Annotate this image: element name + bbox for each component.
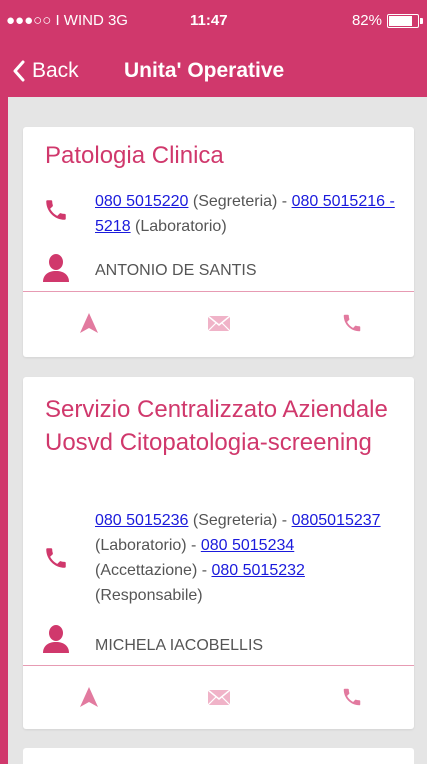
back-label: Back — [32, 59, 79, 82]
responsible-person: ANTONIO DE SANTIS — [95, 262, 257, 279]
unit-card-patologia: Patologia Clinica 080 5015220 (Segreteri… — [23, 127, 414, 357]
page-title: Unita' Operative — [124, 59, 285, 82]
unit-card-next — [23, 748, 414, 764]
phone-link[interactable]: 080 5015232 — [211, 562, 304, 579]
phone-label: (Segreteria) - — [188, 193, 292, 210]
card-title: Patologia Clinica — [45, 142, 224, 169]
person-icon — [43, 254, 69, 282]
phone-link[interactable]: 080 5015236 — [95, 512, 188, 529]
status-time: 11:47 — [190, 12, 228, 29]
left-accent-bar — [0, 97, 8, 764]
battery-icon — [387, 13, 423, 28]
mail-icon[interactable] — [208, 316, 230, 331]
phone-numbers: 080 5015236 (Segreteria) - 0805015237 (L… — [95, 508, 398, 608]
app-header: ●●●○○ I WIND 3G 11:47 82% Back Unita' Op… — [0, 0, 427, 97]
navigate-arrow-icon[interactable] — [79, 312, 99, 334]
phone-link[interactable]: 0805015237 — [292, 512, 381, 529]
phone-label: (Responsabile) — [95, 587, 203, 604]
card-title: Servizio Centralizzato Aziendale Uosvd C… — [45, 396, 388, 456]
back-chevron-icon — [13, 60, 25, 82]
unit-card-citopatologia: Servizio Centralizzato Aziendale Uosvd C… — [23, 377, 414, 729]
phone-label: (Accettazione) - — [95, 562, 212, 579]
card-actions — [23, 292, 414, 356]
back-button[interactable]: Back — [12, 54, 79, 88]
phone-numbers: 080 5015220 (Segreteria) - 080 5015216 -… — [95, 189, 398, 239]
phone-link[interactable]: 080 5015220 — [95, 193, 188, 210]
phone-icon — [46, 548, 66, 568]
phone-label: (Laboratorio) - — [95, 537, 201, 554]
navigate-arrow-icon[interactable] — [79, 686, 99, 708]
phone-label: (Segreteria) - — [188, 512, 292, 529]
phone-label: (Laboratorio) — [130, 218, 227, 235]
nav-bar: Back Unita' Operative — [0, 54, 427, 88]
call-icon[interactable] — [341, 686, 363, 708]
battery-percent: 82% — [351, 12, 382, 29]
carrier-signal: ●●●○○ I WIND 3G — [6, 12, 128, 29]
phone-icon — [46, 200, 66, 220]
mail-icon[interactable] — [208, 690, 230, 705]
battery-status: 82% — [351, 12, 423, 29]
card-actions — [23, 666, 414, 730]
person-icon — [43, 625, 69, 653]
battery-level — [389, 15, 412, 26]
call-icon[interactable] — [341, 312, 363, 334]
phone-link[interactable]: 080 5015234 — [201, 537, 294, 554]
status-bar: ●●●○○ I WIND 3G 11:47 82% — [0, 0, 427, 40]
responsible-person: MICHELA IACOBELLIS — [95, 637, 264, 654]
